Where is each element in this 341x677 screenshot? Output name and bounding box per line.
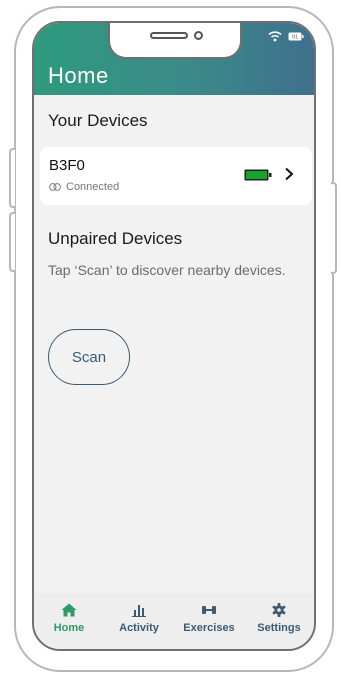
tab-exercises-label: Exercises bbox=[183, 622, 235, 634]
battery-level-text: 91 bbox=[292, 35, 298, 41]
speaker-grille bbox=[150, 32, 188, 39]
scan-hint-text: Tap ‘Scan’ to discover nearby devices. bbox=[48, 262, 286, 278]
your-devices-heading: Your Devices bbox=[48, 111, 148, 130]
volume-up-side-button bbox=[9, 148, 15, 208]
front-camera bbox=[194, 31, 203, 40]
main-content: Your Devices B3F0 Connected Unpaired Dev… bbox=[34, 95, 314, 593]
device-status-label: Connected bbox=[66, 181, 120, 193]
page-title: Home bbox=[48, 63, 109, 88]
device-connection-status: Connected bbox=[49, 181, 119, 193]
tab-settings-label: Settings bbox=[257, 622, 301, 634]
tab-exercises[interactable]: Exercises bbox=[174, 593, 244, 649]
power-side-button bbox=[331, 182, 337, 274]
gear-icon bbox=[272, 603, 286, 617]
wifi-icon bbox=[268, 31, 282, 42]
volume-down-side-button bbox=[9, 212, 15, 272]
chevron-right-icon bbox=[285, 167, 294, 181]
home-icon bbox=[61, 603, 77, 617]
device-card-b3f0[interactable]: B3F0 Connected bbox=[40, 147, 312, 205]
app-header: 91 Home bbox=[34, 23, 314, 95]
battery-status-icon: 91 bbox=[288, 32, 304, 41]
tab-activity[interactable]: Activity bbox=[104, 593, 174, 649]
dumbbell-icon bbox=[202, 606, 216, 614]
tab-home-label: Home bbox=[53, 622, 85, 634]
unpaired-devices-heading: Unpaired Devices bbox=[48, 229, 183, 248]
phone-notch bbox=[108, 23, 242, 59]
tab-home[interactable]: Home bbox=[34, 593, 104, 649]
tab-activity-label: Activity bbox=[119, 622, 159, 634]
device-name: B3F0 bbox=[49, 157, 85, 174]
device-battery-icon bbox=[244, 169, 272, 181]
scan-button[interactable]: Scan bbox=[48, 329, 130, 385]
link-icon bbox=[49, 183, 61, 191]
tab-settings[interactable]: Settings bbox=[244, 593, 314, 649]
phone-screen: 91 Home Your Devices B3F0 Connected Unpa… bbox=[32, 21, 316, 651]
bottom-tab-bar: Home Activity Exercises Settings bbox=[34, 593, 314, 649]
bar-chart-icon bbox=[132, 605, 146, 617]
